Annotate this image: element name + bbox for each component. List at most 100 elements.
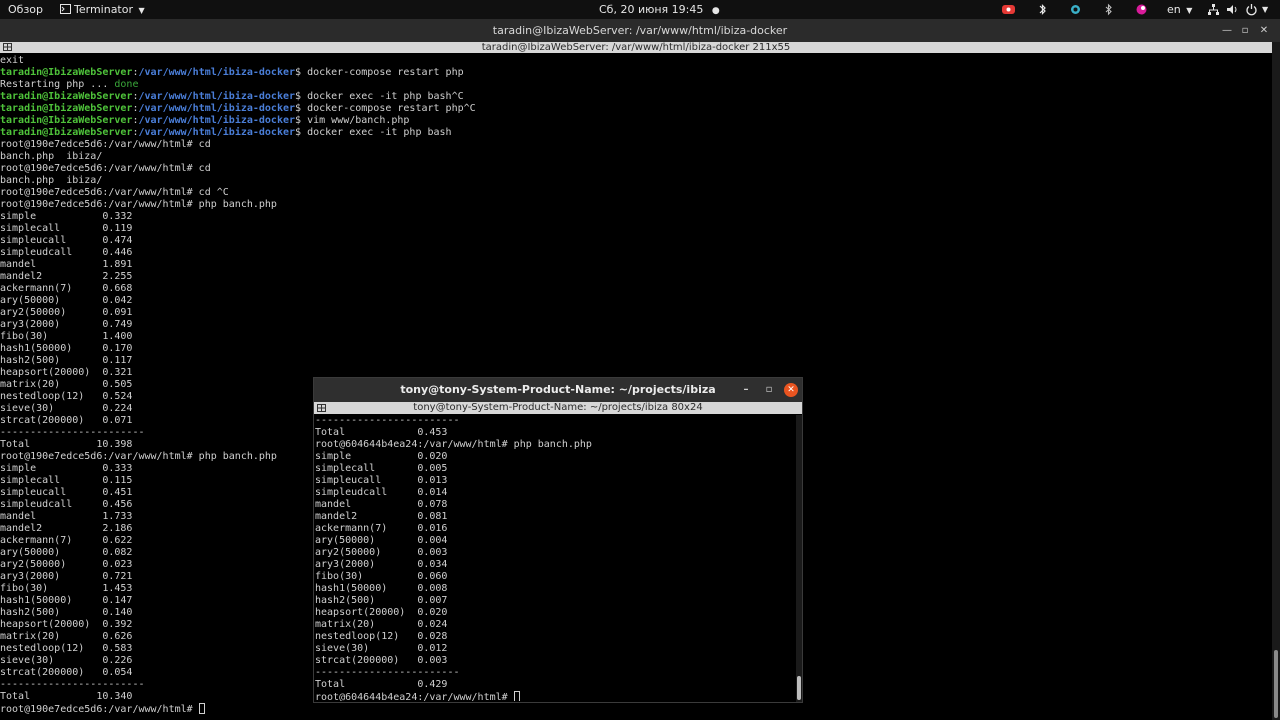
clock[interactable]: Сб, 20 июня 19:45 ● (599, 0, 720, 19)
terminal-cursor[interactable] (513, 691, 520, 701)
activities-button[interactable]: Обзор (8, 0, 43, 19)
terminal-line: mandel2 2.255 (0, 271, 1270, 283)
datetime: Сб, 20 июня 19:45 (599, 3, 704, 16)
output-text: matrix(20) 0.024 (315, 619, 448, 630)
terminal-line: root@190e7edce5d6:/var/www/html# php ban… (0, 199, 1270, 211)
small-terminal-output[interactable]: ------------------------ Total 0.453 root@… (315, 415, 795, 701)
app-tray-icon[interactable] (1069, 3, 1082, 16)
bluetooth-icon[interactable] (1102, 3, 1115, 16)
output-text: simpleucall 0.013 (315, 475, 448, 486)
language-label: en (1167, 3, 1181, 16)
status-done: done (114, 79, 139, 90)
output-text: root@190e7edce5d6:/var/www/html# php ban… (0, 451, 277, 462)
main-scrollbar-thumb[interactable] (1274, 650, 1278, 718)
terminal-line: root@604644b4ea24:/var/www/html# php ban… (315, 439, 795, 451)
output-text: ary3(2000) 0.721 (0, 571, 133, 582)
terminal-cursor[interactable] (198, 703, 205, 714)
output-text: simplecall 0.119 (0, 223, 133, 234)
output-text: simple 0.333 (0, 463, 133, 474)
bluetooth-tray-icon[interactable] (1036, 3, 1049, 16)
prompt-path: /var/www/html/ibiza-docker (138, 67, 296, 78)
terminal-line: ------------------------ (315, 667, 795, 679)
terminal-line: matrix(20) 0.024 (315, 619, 795, 631)
prompt-path: /var/www/html/ibiza-docker (138, 103, 296, 114)
small-terminal-tab[interactable]: tony@tony-System-Product-Name: ~/project… (314, 402, 802, 414)
terminal-line: ------------------------ (315, 415, 795, 427)
terminal-line: banch.php ibiza/ (0, 151, 1270, 163)
terminal-line: Restarting php ... done (0, 79, 1270, 91)
prompt-symbol: $ (295, 91, 308, 102)
maximize-icon[interactable]: ▫ (1237, 19, 1253, 42)
terminal-line: ary(50000) 0.004 (315, 535, 795, 547)
grid-icon[interactable] (3, 43, 12, 51)
recording-indicator-icon[interactable] (1002, 3, 1015, 16)
terminal-line: root@190e7edce5d6:/var/www/html# cd ^C (0, 187, 1270, 199)
terminal-line: ary(50000) 0.042 (0, 295, 1270, 307)
output-text: simpleucall 0.474 (0, 235, 133, 246)
main-terminal-tab[interactable]: taradin@IbizaWebServer: /var/www/html/ib… (0, 42, 1272, 53)
output-text: simpleudcall 0.456 (0, 499, 133, 510)
small-terminal-window[interactable]: tony@tony-System-Product-Name: ~/project… (313, 377, 803, 703)
output-text: ary2(50000) 0.023 (0, 559, 133, 570)
grid-icon[interactable] (317, 404, 326, 412)
top-bar: Обзор Terminator ▼ Сб, 20 июня 19:45 ● e… (0, 0, 1280, 19)
terminal-line: heapsort(20000) 0.020 (315, 607, 795, 619)
terminal-line: fibo(30) 1.400 (0, 331, 1270, 343)
command-text: docker-compose restart php (307, 67, 464, 78)
main-scrollbar[interactable] (1272, 42, 1280, 720)
maximize-icon[interactable]: ▫ (761, 378, 777, 402)
output-text: nestedloop(12) 0.524 (0, 391, 133, 402)
terminal-line: taradin@IbizaWebServer:/var/www/html/ibi… (0, 103, 1270, 115)
output-text: mandel2 2.186 (0, 523, 133, 534)
close-icon[interactable]: ✕ (1256, 19, 1272, 42)
main-window-titlebar[interactable]: taradin@IbizaWebServer: /var/www/html/ib… (0, 19, 1280, 42)
output-text: root@190e7edce5d6:/var/www/html# cd (0, 139, 211, 150)
small-window-titlebar[interactable]: tony@tony-System-Product-Name: ~/project… (314, 378, 802, 402)
terminal-line: Total 0.453 (315, 427, 795, 439)
command-text: vim www/banch.php (307, 115, 410, 126)
volume-icon[interactable] (1226, 3, 1239, 16)
output-text: hash2(500) 0.117 (0, 355, 133, 366)
close-icon[interactable]: ✕ (784, 383, 798, 397)
output-text: mandel 1.733 (0, 511, 133, 522)
terminal-line: simpleucall 0.013 (315, 475, 795, 487)
small-scrollbar[interactable] (796, 415, 802, 702)
terminal-line: root@190e7edce5d6:/var/www/html# (0, 703, 1270, 715)
network-icon[interactable] (1207, 3, 1220, 16)
language-indicator[interactable]: en ▼ (1167, 0, 1192, 19)
chevron-down-icon[interactable]: ▼ (1262, 0, 1268, 19)
chevron-down-icon: ▼ (1186, 6, 1193, 15)
minimize-icon[interactable]: — (1219, 19, 1235, 42)
command-text: docker exec -it php bash (307, 127, 452, 138)
output-text: mandel 1.891 (0, 259, 133, 270)
output-text: hash1(50000) 0.008 (315, 583, 448, 594)
output-text: banch.php ibiza/ (0, 175, 103, 186)
power-icon[interactable] (1245, 3, 1258, 16)
output-text: ary3(2000) 0.749 (0, 319, 133, 330)
output-text: fibo(30) 0.060 (315, 571, 448, 582)
minimize-icon[interactable]: – (738, 378, 754, 402)
color-picker-icon[interactable] (1135, 3, 1148, 16)
terminal-line: simpleucall 0.474 (0, 235, 1270, 247)
output-text: strcat(200000) 0.003 (315, 655, 448, 666)
terminal-line: exit (0, 55, 1270, 67)
small-scrollbar-thumb[interactable] (797, 676, 801, 700)
terminal-line: root@604644b4ea24:/var/www/html# (315, 691, 795, 701)
output-text: root@190e7edce5d6:/var/www/html# (0, 704, 199, 715)
output-text: Restarting php ... (0, 79, 115, 90)
terminal-line: simple 0.332 (0, 211, 1270, 223)
output-text: simplecall 0.005 (315, 463, 448, 474)
terminal-line: hash1(50000) 0.008 (315, 583, 795, 595)
terminal-line: fibo(30) 0.060 (315, 571, 795, 583)
output-text: hash2(500) 0.007 (315, 595, 448, 606)
output-text: banch.php ibiza/ (0, 151, 103, 162)
output-text: ackermann(7) 0.016 (315, 523, 448, 534)
prompt-path: /var/www/html/ibiza-docker (138, 127, 296, 138)
output-text: simplecall 0.115 (0, 475, 133, 486)
output-text: strcat(200000) 0.054 (0, 667, 133, 678)
output-text: heapsort(20000) 0.020 (315, 607, 448, 618)
output-text: nestedloop(12) 0.583 (0, 643, 133, 654)
app-menu[interactable]: Terminator ▼ (60, 0, 145, 19)
command-text: docker exec -it php bash^C (307, 91, 464, 102)
terminal-line: taradin@IbizaWebServer:/var/www/html/ibi… (0, 115, 1270, 127)
